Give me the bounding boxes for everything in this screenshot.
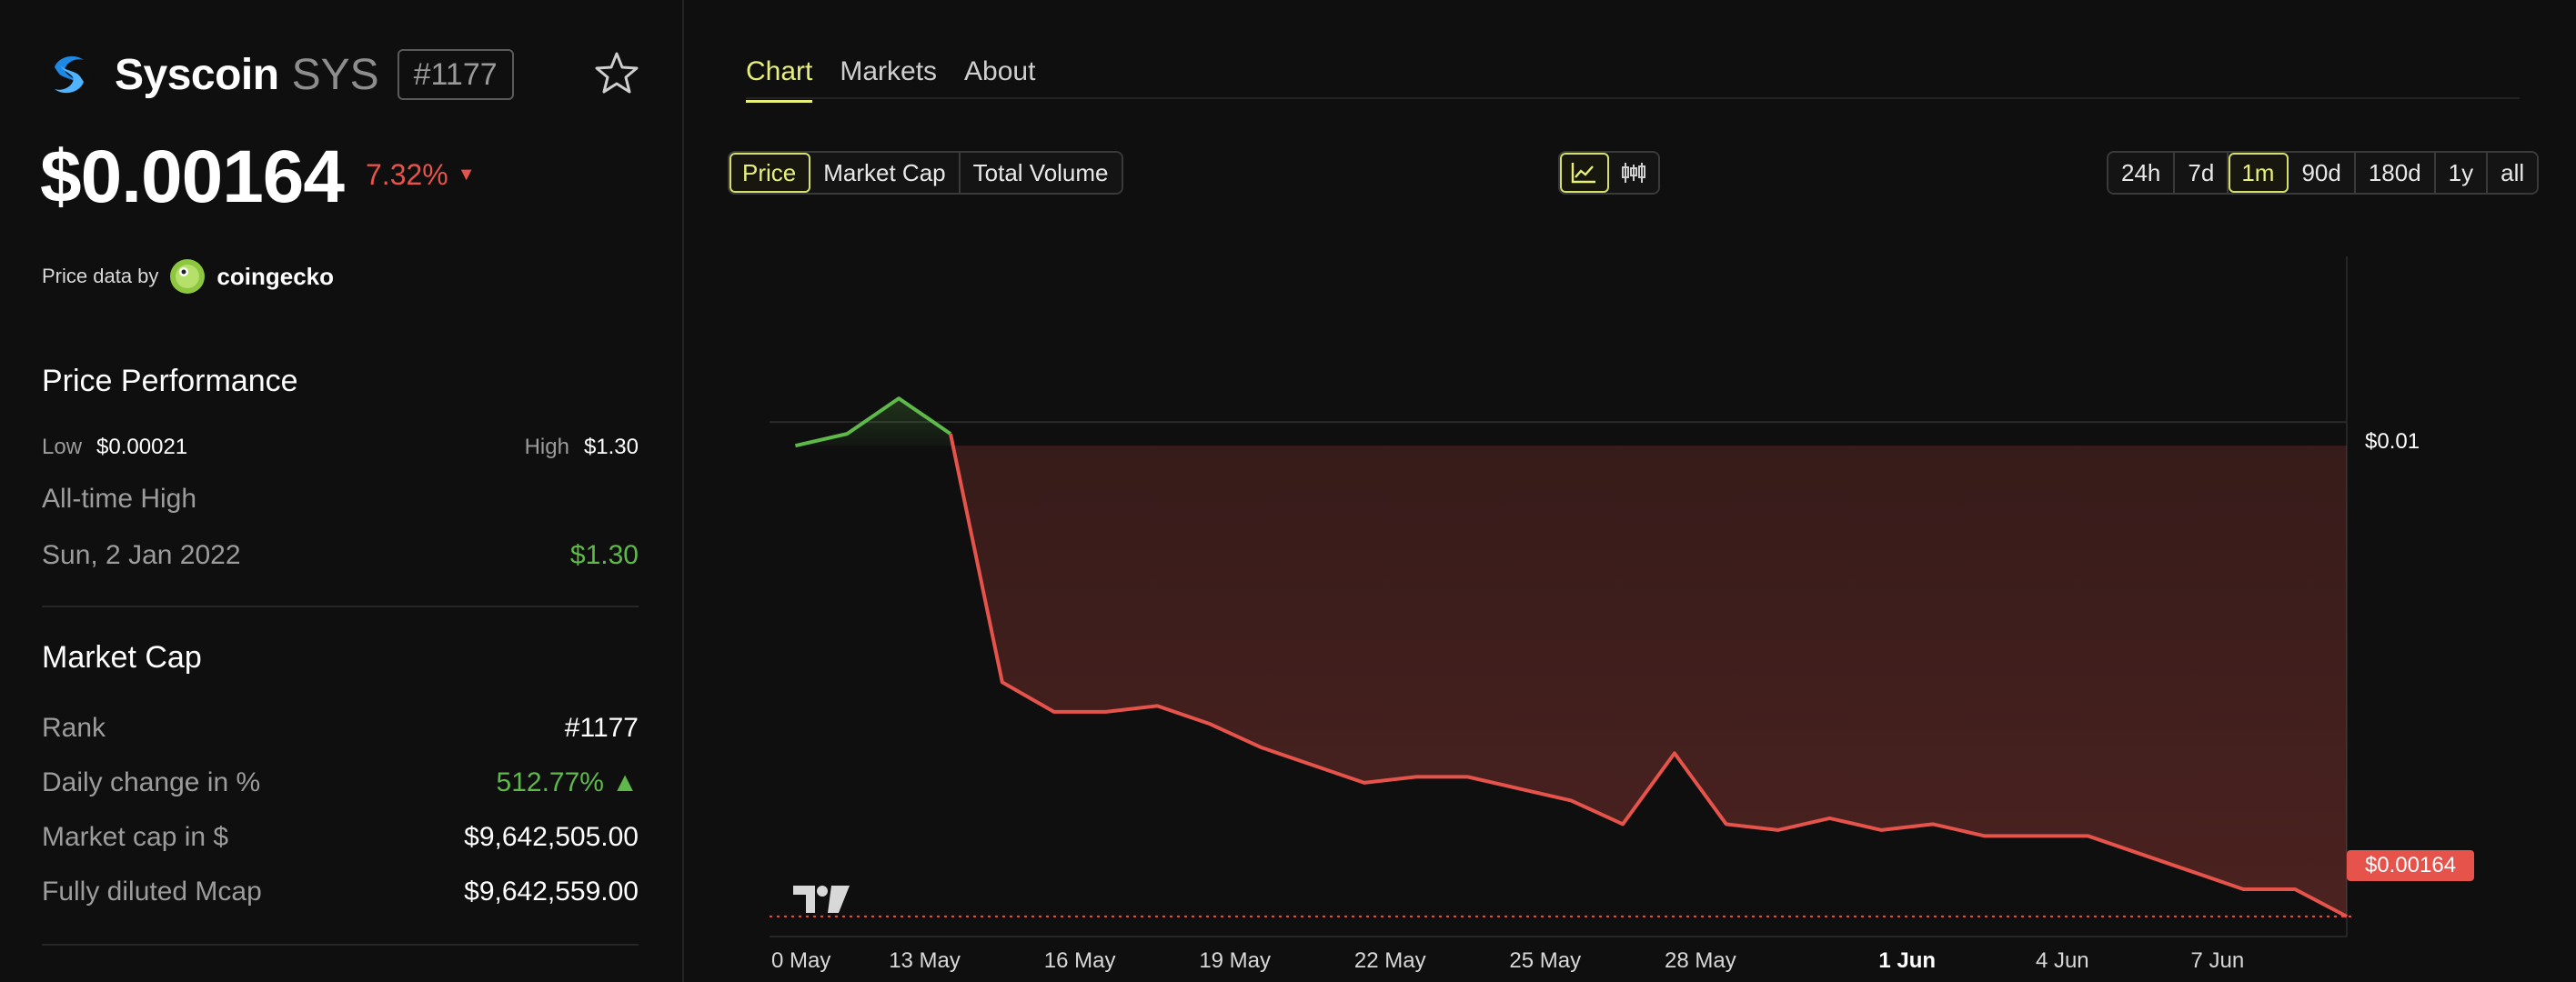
time-axis-tick: 28 May bbox=[1664, 948, 1736, 973]
ath-label: All-time High bbox=[42, 484, 197, 514]
detail-tabs: Chart Markets About bbox=[746, 56, 1035, 103]
range-1m-button[interactable]: 1m bbox=[2229, 153, 2289, 193]
ath-date: Sun, 2 Jan 2022 bbox=[42, 540, 241, 570]
coin-info-panel: Syscoin SYS #1177 $0.00164 7.32% ▼ Price… bbox=[0, 0, 684, 982]
current-price: $0.00164 bbox=[40, 135, 345, 218]
market-cap-row: Daily change in % 512.77% ▲ bbox=[42, 767, 639, 798]
time-axis-tick: 1 Jun bbox=[1878, 948, 1937, 973]
low-value: $0.00021 bbox=[96, 435, 188, 459]
market-cap-row: Rank #1177 bbox=[42, 713, 639, 744]
price-data-label: Price data by bbox=[42, 265, 159, 287]
candlestick-button[interactable] bbox=[1609, 153, 1658, 193]
tab-chart[interactable]: Chart bbox=[746, 56, 813, 103]
price-line-up bbox=[794, 396, 952, 448]
metric-price-button[interactable]: Price bbox=[730, 153, 811, 193]
ath-value: $1.30 bbox=[569, 540, 639, 570]
tab-markets[interactable]: Markets bbox=[840, 56, 937, 103]
high-label: High bbox=[524, 435, 569, 459]
time-axis-tick: 0 May bbox=[771, 948, 831, 973]
ath-label-row: All-time High bbox=[42, 484, 639, 515]
section-divider bbox=[42, 944, 639, 946]
time-axis-tick: 16 May bbox=[1043, 948, 1116, 973]
favorite-star-icon[interactable] bbox=[593, 49, 640, 96]
range-7d-button[interactable]: 7d bbox=[2175, 153, 2229, 193]
market-cap-row-value: $9,642,505.00 bbox=[464, 822, 639, 852]
coin-symbol: SYS bbox=[291, 50, 379, 99]
price-change: 7.32% ▼ bbox=[366, 158, 476, 192]
price-axis-label: $0.01 bbox=[2365, 429, 2420, 454]
coin-name: Syscoin bbox=[115, 50, 279, 99]
low-high-row: Low $0.00021 High $1.30 bbox=[42, 435, 639, 460]
market-cap-row-value: 512.77% ▲ bbox=[496, 767, 639, 797]
time-axis-tick: 13 May bbox=[889, 948, 961, 973]
market-cap-row-label: Rank bbox=[42, 713, 106, 743]
price-area-down bbox=[950, 434, 2347, 917]
market-cap-row-value: #1177 bbox=[564, 713, 639, 743]
price-change-value: 7.32% bbox=[366, 158, 448, 191]
time-axis-tick: 25 May bbox=[1509, 948, 1582, 973]
line-chart-icon bbox=[1571, 163, 1595, 184]
range-1y-button[interactable]: 1y bbox=[2435, 153, 2489, 193]
market-cap-title: Market Cap bbox=[42, 640, 202, 675]
time-axis-tick: 22 May bbox=[1353, 948, 1426, 973]
range-24h-button[interactable]: 24h bbox=[2108, 153, 2176, 193]
range-180d-button[interactable]: 180d bbox=[2355, 153, 2436, 193]
down-arrow-icon: ▼ bbox=[457, 165, 476, 185]
tab-about[interactable]: About bbox=[964, 56, 1035, 103]
high-value: $1.30 bbox=[583, 435, 639, 459]
market-cap-row-label: Daily change in % bbox=[42, 767, 261, 797]
chart-type-selector bbox=[1558, 151, 1660, 195]
market-cap-row-value: $9,642,559.00 bbox=[464, 877, 639, 907]
time-axis-tick: 4 Jun bbox=[2035, 948, 2089, 973]
tradingview-logo-icon bbox=[793, 886, 850, 913]
provider-name[interactable]: coingecko bbox=[216, 263, 334, 291]
metric-selector: Price Market Cap Total Volume bbox=[728, 151, 1123, 195]
last-price-tag: $0.00164 bbox=[2347, 850, 2474, 881]
section-divider bbox=[42, 606, 639, 607]
market-cap-row: Market cap in $ $9,642,505.00 bbox=[42, 822, 639, 853]
tabs-underline bbox=[746, 97, 2520, 99]
market-cap-row: Fully diluted Mcap $9,642,559.00 bbox=[42, 877, 639, 907]
time-axis-tick: 7 Jun bbox=[2190, 948, 2245, 973]
market-cap-row-label: Fully diluted Mcap bbox=[42, 877, 262, 907]
range-90d-button[interactable]: 90d bbox=[2289, 153, 2356, 193]
price-performance-title: Price Performance bbox=[42, 364, 298, 398]
range-all-button[interactable]: all bbox=[2488, 153, 2538, 193]
candlestick-icon bbox=[1622, 163, 1645, 183]
line-chart-button[interactable] bbox=[1560, 153, 1609, 193]
metric-market-cap-button[interactable]: Market Cap bbox=[810, 153, 961, 193]
time-axis-tick: 19 May bbox=[1199, 948, 1272, 973]
rank-badge: #1177 bbox=[397, 49, 514, 100]
price-data-attribution: Price data by coingecko bbox=[42, 258, 334, 295]
coingecko-logo-icon bbox=[170, 259, 206, 294]
metric-total-volume-button[interactable]: Total Volume bbox=[960, 153, 1122, 193]
coin-header: Syscoin SYS #1177 bbox=[42, 47, 514, 102]
syscoin-logo-icon bbox=[44, 49, 95, 100]
price-area-up bbox=[795, 398, 951, 446]
time-range-selector: 24h 7d 1m 90d 180d 1y all bbox=[2107, 151, 2540, 195]
ath-row: Sun, 2 Jan 2022 $1.30 bbox=[42, 540, 639, 571]
price-line-down bbox=[949, 433, 2348, 918]
market-cap-row-label: Market cap in $ bbox=[42, 822, 229, 852]
low-label: Low bbox=[42, 435, 83, 459]
